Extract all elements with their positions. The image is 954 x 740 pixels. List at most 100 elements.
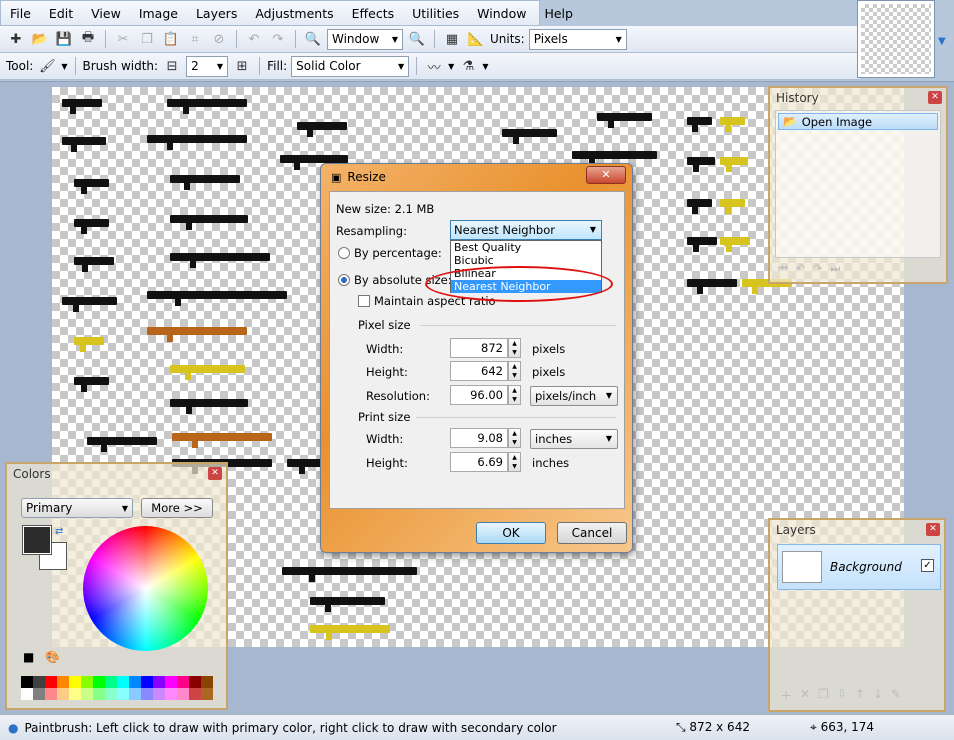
- pixel-width-input[interactable]: 872: [450, 338, 508, 358]
- print-width-spinner[interactable]: ▲ ▼: [508, 428, 521, 448]
- brush-width-select[interactable]: 2 ▼: [186, 55, 229, 77]
- print-unit-select[interactable]: inches ▼: [530, 429, 618, 449]
- resolution-spinner[interactable]: ▲ ▼: [508, 385, 521, 405]
- duplicate-layer-icon[interactable]: ❐: [818, 687, 829, 704]
- sprite: [687, 117, 712, 132]
- menu-adjustments[interactable]: Adjustments: [246, 6, 342, 21]
- resampling-option[interactable]: Best Quality: [451, 241, 601, 254]
- pixel-width-spinner[interactable]: ▲ ▼: [508, 338, 521, 358]
- cut-icon[interactable]: ✂: [113, 29, 133, 49]
- dialog-body: New size: 2.1 MB Resampling: Nearest Nei…: [329, 191, 625, 509]
- color-palette[interactable]: [21, 676, 215, 700]
- chevron-down-icon[interactable]: ▼: [482, 62, 488, 71]
- copy-icon[interactable]: ❐: [137, 29, 157, 49]
- layer-properties-icon[interactable]: ✎: [891, 687, 901, 704]
- new-icon[interactable]: ✚: [6, 29, 26, 49]
- menu-window[interactable]: Window: [468, 6, 535, 21]
- units-select[interactable]: Pixels ▼: [528, 28, 627, 50]
- ok-button[interactable]: OK: [476, 522, 546, 544]
- zoom-select[interactable]: Window ▼: [327, 28, 403, 50]
- zoom-out-icon[interactable]: 🔍: [303, 29, 323, 49]
- palette-icon[interactable]: ■: [23, 650, 34, 664]
- move-up-icon[interactable]: ↑: [855, 687, 865, 704]
- print-width-input[interactable]: 9.08: [450, 428, 508, 448]
- chevron-down-icon[interactable]: ▼: [938, 36, 946, 47]
- ruler-icon[interactable]: 📐: [466, 29, 486, 49]
- menu-view[interactable]: View: [82, 6, 130, 21]
- sprite: [687, 199, 712, 214]
- blend-mode-icon[interactable]: ⚗: [458, 56, 478, 76]
- history-item-open-image[interactable]: 📂 Open Image: [778, 113, 938, 130]
- menu-utilities[interactable]: Utilities: [403, 6, 468, 21]
- paintbrush-icon[interactable]: 🖌: [37, 56, 57, 76]
- menu-file[interactable]: File: [1, 6, 40, 21]
- undo-icon[interactable]: ↶: [796, 262, 805, 276]
- antialias-icon[interactable]: 〰: [424, 56, 444, 76]
- color-wheel[interactable]: [83, 526, 208, 651]
- swap-colors-icon[interactable]: ⇄: [55, 526, 63, 537]
- redo-icon[interactable]: ↷: [268, 29, 288, 49]
- resolution-unit-select[interactable]: pixels/inch ▼: [530, 386, 618, 406]
- close-icon[interactable]: ✕: [586, 166, 626, 184]
- move-down-icon[interactable]: ↓: [873, 687, 883, 704]
- rewind-icon[interactable]: ⏮: [778, 262, 788, 276]
- menu-layers[interactable]: Layers: [187, 6, 246, 21]
- pixel-height-unit: pixels: [532, 365, 566, 379]
- pixel-height-spinner[interactable]: ▲ ▼: [508, 361, 521, 381]
- fast-forward-icon[interactable]: ⏭: [830, 262, 840, 276]
- fill-select[interactable]: Solid Color ▼: [291, 55, 410, 77]
- chevron-down-icon: ▼: [605, 391, 612, 400]
- layer-controls: ＋ ✕ ❐ ⇩ ↑ ↓ ✎: [780, 687, 901, 704]
- maintain-aspect-checkbox[interactable]: [358, 295, 370, 307]
- merge-layer-icon[interactable]: ⇩: [837, 687, 847, 704]
- menu-effects[interactable]: Effects: [343, 6, 404, 21]
- brush-increase-icon[interactable]: ⊞: [232, 56, 252, 76]
- save-icon[interactable]: 💾: [54, 29, 74, 49]
- print-unit-value: inches: [535, 432, 573, 446]
- dialog-title: Resize: [347, 170, 386, 184]
- add-layer-icon[interactable]: ＋: [780, 687, 792, 704]
- zoom-value: Window: [332, 32, 380, 46]
- deselect-icon[interactable]: ⊘: [209, 29, 229, 49]
- chevron-down-icon[interactable]: ▼: [61, 62, 67, 71]
- menu-edit[interactable]: Edit: [40, 6, 82, 21]
- undo-icon[interactable]: ↶: [244, 29, 264, 49]
- pixel-height-input[interactable]: 642: [450, 361, 508, 381]
- print-height-spinner[interactable]: ▲ ▼: [508, 452, 521, 472]
- more-colors-button[interactable]: More >>: [141, 498, 213, 518]
- image-thumbnail[interactable]: [857, 0, 935, 78]
- resampling-select[interactable]: Nearest Neighbor ▼: [450, 220, 602, 240]
- primary-color-swatch[interactable]: [22, 525, 52, 555]
- color-mode-select[interactable]: Primary ▼: [21, 498, 133, 518]
- chevron-down-icon[interactable]: ▼: [448, 62, 454, 71]
- palette-menu-icon[interactable]: 🎨: [45, 650, 60, 664]
- zoom-in-icon[interactable]: 🔍: [407, 29, 427, 49]
- cancel-button[interactable]: Cancel: [557, 522, 627, 544]
- thumbnail-preview: [861, 4, 931, 74]
- resampling-option[interactable]: Bicubic: [451, 254, 601, 267]
- by-percentage-radio[interactable]: [338, 247, 350, 259]
- open-icon[interactable]: 📂: [30, 29, 50, 49]
- resolution-input[interactable]: 96.00: [450, 385, 508, 405]
- by-absolute-radio[interactable]: [338, 274, 350, 286]
- redo-icon[interactable]: ↷: [813, 262, 822, 276]
- print-height-input[interactable]: 6.69: [450, 452, 508, 472]
- brush-decrease-icon[interactable]: ⊟: [162, 56, 182, 76]
- crop-icon[interactable]: ⌗: [185, 29, 205, 49]
- close-icon[interactable]: ✕: [926, 523, 940, 536]
- menu-help[interactable]: Help: [535, 6, 582, 21]
- delete-layer-icon[interactable]: ✕: [800, 687, 810, 704]
- close-icon[interactable]: ✕: [208, 467, 222, 480]
- open-image-icon: 📂: [783, 115, 797, 128]
- chevron-down-icon: ▼: [605, 434, 612, 443]
- layer-visibility-checkbox[interactable]: ✓: [921, 559, 934, 572]
- print-icon[interactable]: 🖶: [78, 29, 98, 49]
- layer-item-background[interactable]: Background ✓: [777, 544, 941, 590]
- close-icon[interactable]: ✕: [928, 91, 942, 104]
- sprite: [74, 179, 109, 194]
- toolbar-separator: [295, 30, 296, 48]
- paste-icon[interactable]: 📋: [161, 29, 181, 49]
- sprite: [74, 257, 114, 272]
- grid-icon[interactable]: ▦: [442, 29, 462, 49]
- menu-image[interactable]: Image: [130, 6, 187, 21]
